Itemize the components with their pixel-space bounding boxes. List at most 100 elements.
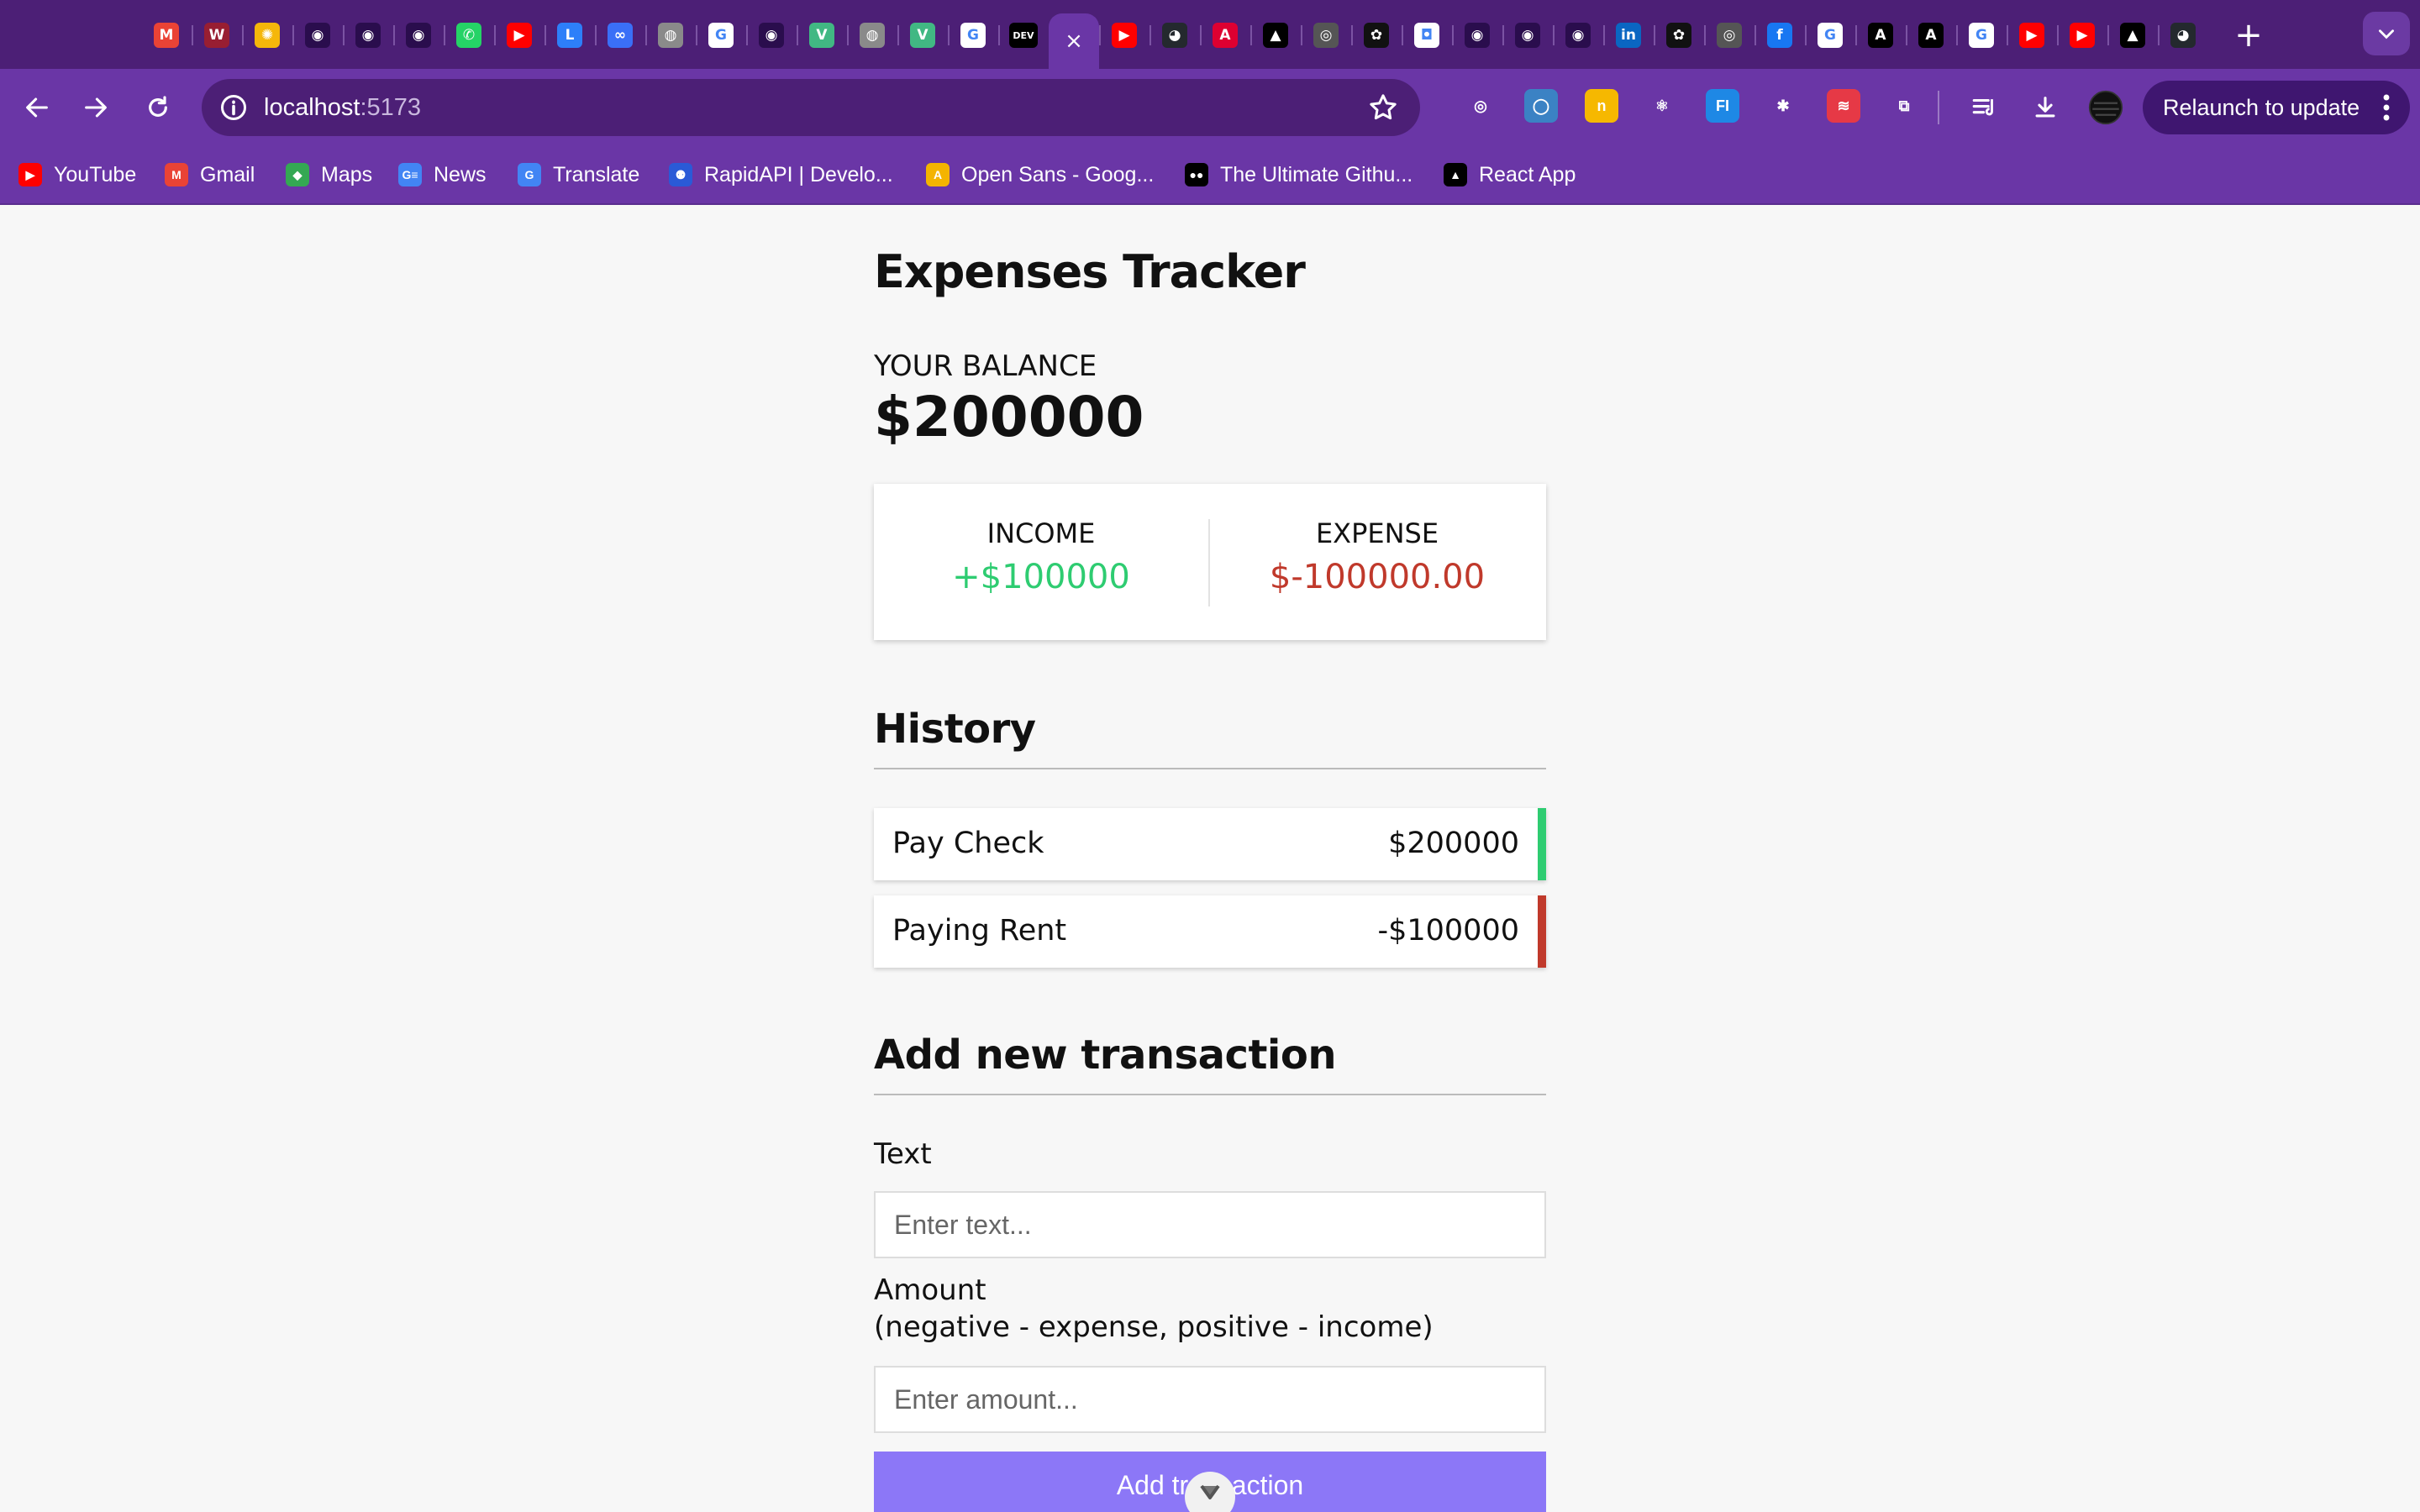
fi-icon[interactable]: FI: [1706, 89, 1739, 123]
media-controls-button[interactable]: [1961, 84, 2008, 131]
youtube-icon: ▶: [507, 23, 532, 48]
react-icon[interactable]: ⚛: [1645, 89, 1679, 123]
tab[interactable]: ▶: [1099, 13, 1150, 57]
tab[interactable]: ◎: [1704, 13, 1754, 57]
github-icon: ◕: [2170, 23, 2196, 48]
amount-label: Amount (negative - expense, positive - i…: [874, 1272, 1434, 1346]
tab[interactable]: ✺: [242, 13, 292, 57]
relaunch-button[interactable]: Relaunch to update: [2143, 81, 2410, 134]
bookmarks-bar: ▶ YouTube M Gmail ◆ Maps G≡ News G Translate ⚉ Rapi…: [0, 144, 2420, 205]
bookmark-the[interactable]: ●● The Ultimate Githu...: [1185, 161, 1413, 188]
expense-value: $-100000.00: [1269, 558, 1486, 596]
downloads-button[interactable]: [2022, 84, 2069, 131]
circle-icon[interactable]: ◯: [1524, 89, 1558, 123]
tab[interactable]: M: [141, 13, 192, 57]
tab[interactable]: G: [696, 13, 746, 57]
medium-icon: ●●: [1185, 163, 1208, 186]
balance-value: $200000: [874, 385, 1144, 449]
text-input[interactable]: [874, 1191, 1546, 1258]
history-item[interactable]: Paying Rent -$100000: [874, 895, 1546, 968]
history-item-amount: $200000: [1388, 827, 1519, 860]
history-item[interactable]: Pay Check $200000: [874, 808, 1546, 880]
tab[interactable]: ▶: [494, 13, 544, 57]
add-transaction-title: Add new transaction: [874, 1032, 1546, 1095]
bookmark-gmail[interactable]: M Gmail: [165, 161, 255, 188]
bookmark-rapidapi[interactable]: ⚉ RapidAPI | Develo...: [669, 161, 893, 188]
tab-active[interactable]: ×: [1049, 13, 1099, 69]
tab[interactable]: ◕: [1150, 13, 1200, 57]
tab[interactable]: f: [1754, 13, 1805, 57]
tab[interactable]: ▶: [2007, 13, 2057, 57]
reload-button[interactable]: [134, 84, 182, 131]
site-info-icon[interactable]: [218, 92, 249, 123]
tab[interactable]: A: [1200, 13, 1250, 57]
globe-icon: ◍: [860, 23, 885, 48]
tab[interactable]: ✿: [1654, 13, 1704, 57]
address-bar[interactable]: localhost:5173: [202, 79, 1420, 136]
bookmark-translate[interactable]: G Translate: [518, 161, 639, 188]
youtube-icon: ▶: [2070, 23, 2095, 48]
close-icon[interactable]: ×: [1061, 29, 1086, 54]
rn-icon[interactable]: n: [1585, 89, 1618, 123]
tab[interactable]: ◉: [746, 13, 797, 57]
tab[interactable]: ◉: [292, 13, 343, 57]
amount-input[interactable]: [874, 1366, 1546, 1433]
tab[interactable]: A: [1906, 13, 1956, 57]
page-title: Expenses Tracker: [874, 245, 1306, 298]
bookmark-label: React App: [1479, 162, 1576, 186]
tab[interactable]: ◉: [1502, 13, 1553, 57]
tab[interactable]: ◘: [1402, 13, 1452, 57]
tab[interactable]: G: [1805, 13, 1855, 57]
openai-icon: ◉: [355, 23, 381, 48]
expense-indicator-bar: [1538, 895, 1546, 968]
tab[interactable]: ◉: [343, 13, 393, 57]
tab[interactable]: ✿: [1351, 13, 1402, 57]
whatsapp-icon: ✆: [456, 23, 481, 48]
tab[interactable]: ∞: [595, 13, 645, 57]
tab[interactable]: V: [797, 13, 847, 57]
asterisk-icon[interactable]: ✱: [1766, 89, 1800, 123]
tab[interactable]: in: [1603, 13, 1654, 57]
tab[interactable]: ◎: [1301, 13, 1351, 57]
tab[interactable]: V: [897, 13, 948, 57]
new-tab-button[interactable]: +: [2227, 13, 2270, 57]
puzzle-icon[interactable]: ⧉: [1887, 89, 1921, 123]
tab[interactable]: ✆: [444, 13, 494, 57]
bookmark-news[interactable]: G≡ News: [398, 161, 487, 188]
tab[interactable]: DEV: [998, 13, 1049, 57]
back-button[interactable]: [13, 84, 60, 131]
tab[interactable]: ▲: [1250, 13, 1301, 57]
youtube-icon: ▶: [18, 163, 42, 186]
reload-icon: [149, 96, 167, 117]
tab[interactable]: ◉: [1452, 13, 1502, 57]
bookmark-star-icon[interactable]: [1366, 91, 1400, 124]
forward-button[interactable]: [72, 84, 119, 131]
vuejs-icon: V: [809, 23, 834, 48]
bookmark-youtube[interactable]: ▶ YouTube: [18, 161, 136, 188]
amount-label-text: Amount: [874, 1273, 986, 1307]
rapidapi-icon: ⚉: [669, 163, 692, 186]
linkedin-icon: in: [1616, 23, 1641, 48]
tab[interactable]: A: [1855, 13, 1906, 57]
tab[interactable]: ◉: [393, 13, 444, 57]
bookmark-maps[interactable]: ◆ Maps: [286, 161, 372, 188]
target-icon[interactable]: ◎: [1464, 89, 1497, 123]
bookmark-open[interactable]: A Open Sans - Goog...: [926, 161, 1154, 188]
google-icon: G: [960, 23, 986, 48]
tab[interactable]: L: [544, 13, 595, 57]
red-badge-icon[interactable]: ≋: [1827, 89, 1860, 123]
profile-button[interactable]: [2082, 84, 2129, 131]
tab-search-button[interactable]: [2363, 12, 2410, 55]
tab[interactable]: ◉: [1553, 13, 1603, 57]
tab[interactable]: ◕: [2158, 13, 2208, 57]
bookmark-react[interactable]: ▲ React App: [1444, 161, 1576, 188]
tab[interactable]: ◍: [847, 13, 897, 57]
tab[interactable]: ▲: [2107, 13, 2158, 57]
tab[interactable]: ▶: [2057, 13, 2107, 57]
kebab-menu-icon[interactable]: [2380, 92, 2393, 123]
tab[interactable]: ◍: [645, 13, 696, 57]
tab[interactable]: W: [192, 13, 242, 57]
tab[interactable]: G: [948, 13, 998, 57]
tab[interactable]: G: [1956, 13, 2007, 57]
url-text[interactable]: localhost:5173: [264, 94, 421, 122]
